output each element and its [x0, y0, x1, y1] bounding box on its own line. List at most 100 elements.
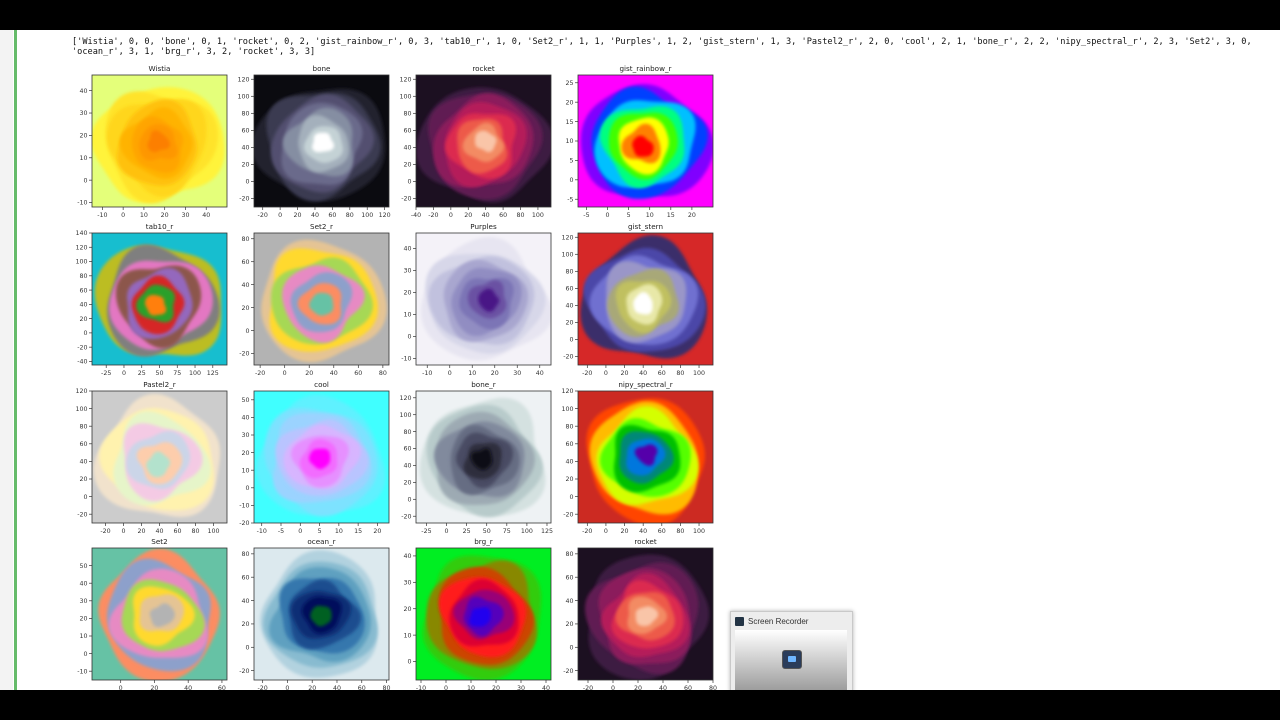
plot-title: Pastel2_r: [143, 380, 176, 389]
y-tick-label: 120: [561, 388, 573, 395]
y-tick-label: -5: [567, 196, 573, 203]
subplot-1: bone -20 0 20 40 60 80 100 120 -20 0 20 40 60 80 100 120: [237, 64, 390, 219]
x-tick-label: 50: [483, 528, 491, 535]
y-tick-label: 40: [403, 145, 411, 152]
y-tick-label: 0: [83, 177, 87, 184]
x-tick-label: 20: [621, 528, 629, 535]
y-tick-label: 80: [79, 423, 87, 430]
x-tick-label: 10: [140, 212, 148, 219]
y-tick-label: 0: [569, 644, 573, 651]
y-tick-label: 100: [75, 259, 87, 266]
y-tick-label: 20: [79, 133, 87, 140]
x-tick-label: -25: [101, 370, 111, 377]
y-tick-label: 20: [403, 162, 411, 169]
x-tick-label: 20: [491, 370, 499, 377]
subplot-5: Set2_r -20 0 20 40 60 80 -20 0 20 40 60 80: [239, 222, 390, 377]
y-tick-label: 0: [407, 179, 411, 186]
plot-title: bone: [313, 64, 332, 73]
y-tick-label: 20: [565, 99, 573, 106]
x-tick-label: 0: [121, 212, 125, 219]
y-tick-label: -20: [401, 513, 411, 520]
y-tick-label: 60: [241, 128, 249, 135]
x-tick-label: 20: [373, 528, 381, 535]
y-tick-label: 20: [79, 616, 87, 623]
y-tick-label: -20: [563, 354, 573, 361]
x-tick-label: 20: [464, 212, 472, 219]
y-tick-label: 0: [569, 177, 573, 184]
y-tick-label: 80: [241, 111, 249, 118]
x-tick-label: 25: [463, 528, 471, 535]
x-tick-label: 15: [667, 212, 675, 219]
y-tick-label: -10: [401, 356, 411, 363]
plot-title: rocket: [472, 64, 494, 73]
y-tick-label: -20: [77, 344, 87, 351]
y-tick-label: 40: [241, 598, 249, 605]
y-tick-label: 20: [565, 621, 573, 628]
y-tick-label: 60: [241, 259, 249, 266]
y-tick-label: 20: [241, 162, 249, 169]
plot-title: gist_stern: [628, 222, 663, 231]
recorder-title-bar[interactable]: Screen Recorder: [731, 612, 852, 630]
x-tick-label: -10: [97, 212, 107, 219]
x-tick-label: 0: [278, 212, 282, 219]
x-tick-label: 0: [606, 212, 610, 219]
y-tick-label: 60: [403, 128, 411, 135]
y-tick-label: 60: [565, 574, 573, 581]
y-tick-label: 30: [403, 580, 411, 587]
x-tick-label: 100: [361, 212, 373, 219]
x-tick-label: -20: [582, 370, 592, 377]
subplot-2: rocket -40 -20 0 20 40 60 80 100 -20 0 20 40 60 80 100 1…: [399, 64, 552, 219]
y-tick-label: 100: [75, 406, 87, 413]
x-tick-label: 20: [161, 212, 169, 219]
y-tick-label: 50: [241, 397, 249, 404]
y-tick-label: 40: [79, 302, 87, 309]
x-tick-label: 5: [627, 212, 631, 219]
x-tick-label: 5: [318, 528, 322, 535]
record-camera-icon[interactable]: [782, 650, 802, 669]
y-tick-label: -20: [239, 351, 249, 358]
screen-recorder-window[interactable]: Screen Recorder: [730, 611, 853, 693]
y-tick-label: 60: [241, 574, 249, 581]
subplot-7: gist_stern -20 0 20 40 60 80 100 -20 0 20 40 60 80 100…: [561, 222, 714, 377]
subplot-10: bone_r -25 0 25 50 75 100 125 -20 0 20 40 60 80 100 120: [399, 380, 553, 535]
x-tick-label: 40: [155, 528, 163, 535]
y-tick-label: -20: [239, 668, 249, 675]
subplot-15: rocket-20 0 20 40 60 80-20020406080: [563, 537, 717, 692]
y-tick-label: 20: [565, 320, 573, 327]
x-tick-label: 50: [155, 370, 163, 377]
y-tick-label: 120: [75, 388, 87, 395]
x-tick-label: 80: [379, 370, 387, 377]
x-tick-label: 0: [121, 528, 125, 535]
x-tick-label: 80: [676, 528, 684, 535]
y-tick-label: 40: [79, 580, 87, 587]
x-tick-label: 20: [621, 370, 629, 377]
x-tick-label: 0: [604, 370, 608, 377]
y-tick-label: 120: [237, 76, 249, 83]
y-tick-label: 40: [565, 303, 573, 310]
subplot-8: Pastel2_r -20 0 20 40 60 80 100 -20 0 20 40 60 80 100 1…: [75, 380, 228, 535]
plot-title: Purples: [470, 222, 497, 231]
x-tick-label: 20: [688, 212, 696, 219]
x-tick-label: 80: [676, 370, 684, 377]
y-tick-label: 10: [565, 138, 573, 145]
plot-title: Set2: [151, 537, 167, 546]
y-tick-label: 20: [403, 606, 411, 613]
y-tick-label: 20: [79, 316, 87, 323]
x-tick-label: 100: [693, 528, 705, 535]
x-tick-label: 60: [499, 212, 507, 219]
x-tick-label: 40: [639, 370, 647, 377]
y-tick-label: 80: [565, 423, 573, 430]
y-tick-label: 0: [407, 334, 411, 341]
y-tick-label: 40: [403, 246, 411, 253]
y-tick-label: 80: [403, 429, 411, 436]
y-tick-label: -20: [77, 511, 87, 518]
x-tick-label: 60: [354, 370, 362, 377]
x-tick-label: 80: [517, 212, 525, 219]
y-tick-label: 80: [565, 551, 573, 558]
y-tick-label: 80: [241, 551, 249, 558]
x-tick-label: -40: [411, 212, 421, 219]
y-tick-label: 0: [407, 659, 411, 666]
y-tick-label: -20: [563, 668, 573, 675]
y-tick-label: -10: [77, 668, 87, 675]
x-tick-label: 20: [137, 528, 145, 535]
